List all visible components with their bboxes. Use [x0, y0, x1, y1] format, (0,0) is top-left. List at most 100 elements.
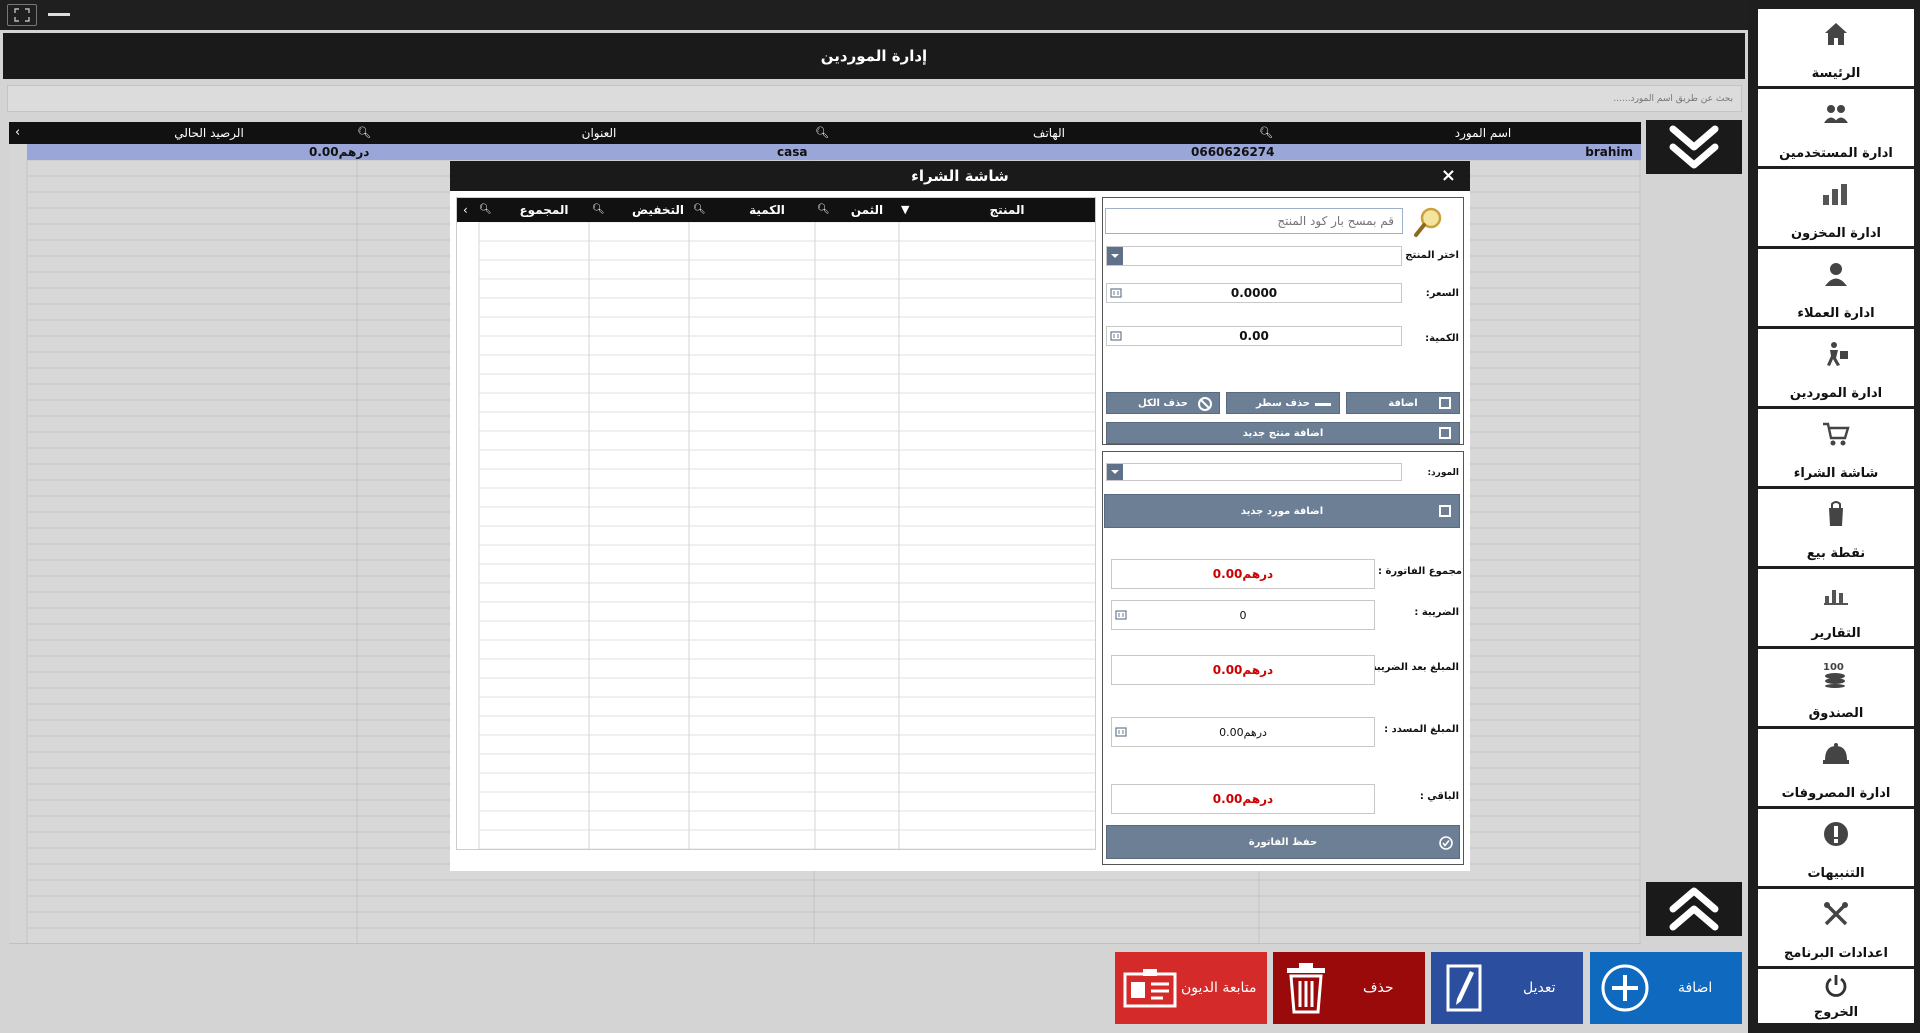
barcode-input[interactable] [1105, 208, 1403, 234]
scroll-down-button[interactable] [1646, 120, 1742, 174]
new-supplier-button[interactable]: اضافة مورد جديد [1104, 494, 1460, 528]
column-header-product[interactable]: المنتج [977, 198, 1037, 222]
column-header-quantity[interactable]: الكمية [737, 198, 797, 222]
search-icon[interactable]: 🔍︎ [693, 198, 706, 222]
search-icon[interactable]: 🔍︎ [815, 122, 829, 144]
check-circle-icon [1439, 836, 1453, 850]
chevron-down-icon [1111, 470, 1119, 474]
remaining-label: الباقي : [1419, 791, 1459, 802]
supplier-search-input[interactable] [8, 86, 1741, 111]
chevron-down-icon [1111, 254, 1119, 258]
new-supplier-label: اضافة مورد جديد [1240, 505, 1324, 517]
close-icon[interactable]: × [1441, 165, 1456, 186]
add-button[interactable]: اضافة [1590, 952, 1742, 1024]
window-strip [0, 0, 1748, 30]
sidebar-item-label: ادارة المستخدمين [1779, 146, 1893, 161]
column-header-total[interactable]: المجموع [509, 198, 579, 222]
sidebar-item-alerts[interactable]: التنبيهات [1758, 809, 1914, 886]
trash-icon [1287, 963, 1325, 1014]
invoice-total-value: درهم0.00 [1212, 567, 1274, 581]
filter-icon[interactable]: ▼ [901, 198, 909, 222]
delete-button[interactable]: حذف [1273, 952, 1425, 1024]
quantity-label: الكمية: [1425, 333, 1459, 344]
sidebar-item-cashbox[interactable]: 100 الصندوق [1758, 649, 1914, 726]
supplier-search-bar [7, 85, 1742, 112]
lines-table-body [478, 222, 1095, 849]
after-tax-value: درهم0.00 [1212, 663, 1274, 677]
fullscreen-icon [14, 8, 30, 22]
chevron-double-down-icon [1669, 125, 1719, 169]
edit-button[interactable]: تعديل [1431, 952, 1583, 1024]
sidebar-item-reports[interactable]: التقارير [1758, 569, 1914, 646]
search-icon[interactable]: 🔍︎ [817, 198, 830, 222]
delete-row-button[interactable]: حذف سطر [1226, 392, 1340, 414]
product-select[interactable] [1106, 246, 1402, 266]
minimize-button[interactable] [48, 13, 70, 16]
column-header-price[interactable]: الثمن [837, 198, 897, 222]
id-card-icon [1123, 969, 1177, 1008]
chevron-double-up-icon [1669, 887, 1719, 931]
block-icon [1198, 397, 1212, 411]
edit-icon [1446, 964, 1482, 1012]
chevron-left-icon[interactable]: ‹ [15, 122, 20, 144]
cashbox-icon: 100 [1823, 662, 1845, 688]
search-icon[interactable]: 🔍︎ [1259, 122, 1273, 144]
sidebar-item-label: الخروج [1813, 1005, 1859, 1020]
scroll-up-button[interactable] [1646, 882, 1742, 936]
add-line-button[interactable]: اضافة [1346, 392, 1460, 414]
tax-field[interactable]: 0 [1111, 600, 1375, 630]
remaining-field: درهم0.00 [1111, 784, 1375, 814]
sidebar-item-purchase[interactable]: شاشة الشراء [1758, 409, 1914, 486]
supplier-label: المورد: [1427, 468, 1459, 478]
table-row[interactable]: brahim 0660626274 casa درهم0.00 [27, 144, 1641, 160]
sidebar-item-label: الرئيسة [1811, 66, 1861, 81]
supplier-select[interactable] [1106, 463, 1402, 481]
expenses-icon [1823, 743, 1849, 764]
sidebar-item-label: نقطة بيع [1806, 546, 1866, 561]
tax-label: الضريبة : [1414, 607, 1459, 618]
checkbox-icon [1439, 427, 1451, 439]
price-field[interactable]: 0.0000 [1106, 283, 1402, 303]
row-balance: درهم0.00 [309, 145, 370, 159]
sidebar-item-customers[interactable]: ادارة العملاء [1758, 249, 1914, 326]
quantity-field[interactable]: 0.00 [1106, 326, 1402, 346]
customer-icon [1825, 263, 1847, 286]
save-invoice-label: حفظ الفاتورة [1248, 836, 1318, 848]
column-header-phone[interactable]: الهاتف [1009, 122, 1089, 144]
column-header-address[interactable]: العنوان [549, 122, 649, 144]
after-tax-field: درهم0.00 [1111, 655, 1375, 685]
product-label: اختر المنتج : [1397, 250, 1459, 261]
price-label: السعر: [1425, 288, 1459, 299]
fullscreen-button[interactable] [7, 4, 37, 26]
grid-header: اسم المورد 🔍︎ الهاتف 🔍︎ العنوان 🔍︎ الرصي… [9, 122, 1641, 144]
sidebar: الرئيسة ادارة المستخدمين ادارة المخزون ا… [1752, 0, 1920, 1033]
plus-circle-icon [1601, 964, 1649, 1012]
row-supplier-name: brahim [1585, 145, 1633, 159]
sidebar-item-users[interactable]: ادارة المستخدمين [1758, 89, 1914, 166]
column-header-supplier-name[interactable]: اسم المورد [1423, 122, 1543, 144]
search-icon[interactable]: 🔍︎ [592, 198, 605, 222]
search-icon[interactable]: 🔍︎ [479, 198, 492, 222]
delete-all-button[interactable]: حذف الكل [1106, 392, 1220, 414]
column-header-discount[interactable]: التخفيض [623, 198, 693, 222]
sidebar-item-expenses[interactable]: ادارة المصروفات [1758, 729, 1914, 806]
sidebar-item-exit[interactable]: الخروج [1758, 969, 1914, 1023]
sidebar-item-label: ادارة المخزون [1791, 226, 1881, 241]
sidebar-item-suppliers[interactable]: ادارة الموردين [1758, 329, 1914, 406]
product-entry-panel: اختر المنتج : السعر: 0.0000 الكمية: 0.00… [1102, 197, 1464, 445]
search-icon[interactable]: 🔍︎ [357, 122, 371, 144]
minus-icon [1315, 403, 1331, 406]
new-product-button[interactable]: اضافة منتج جديد [1106, 422, 1460, 444]
sidebar-item-settings[interactable]: اعدادات البرنامج [1758, 889, 1914, 966]
inventory-icon [1823, 184, 1847, 205]
save-invoice-button[interactable]: حفظ الفاتورة [1106, 825, 1460, 859]
column-header-balance[interactable]: الرصيد الحالي [149, 122, 269, 144]
sidebar-item-home[interactable]: الرئيسة [1758, 9, 1914, 86]
cart-icon [1823, 422, 1850, 446]
chevron-left-icon[interactable]: ‹ [463, 198, 468, 222]
checkbox-icon [1439, 505, 1451, 517]
sidebar-item-inventory[interactable]: ادارة المخزون [1758, 169, 1914, 246]
debts-tracking-button[interactable]: متابعة الديون [1115, 952, 1267, 1024]
sidebar-item-pos[interactable]: نقطة بيع [1758, 489, 1914, 566]
paid-amount-field[interactable]: درهم0.00 [1111, 717, 1375, 747]
